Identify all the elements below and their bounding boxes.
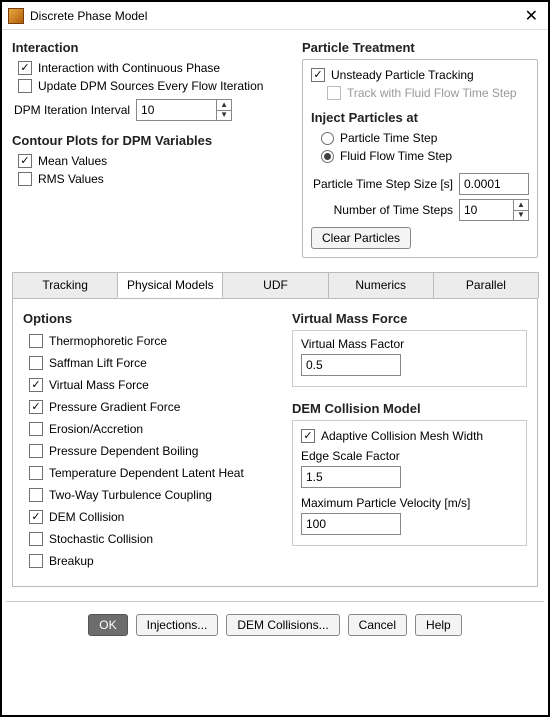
interaction-heading: Interaction bbox=[12, 40, 292, 55]
label-option-9: Stochastic Collision bbox=[49, 532, 153, 546]
tab-bar: Tracking Physical Models UDF Numerics Pa… bbox=[12, 272, 538, 299]
label-radio-particle-ts: Particle Time Step bbox=[340, 131, 437, 145]
checkbox-option-1[interactable] bbox=[29, 356, 43, 370]
help-button[interactable]: Help bbox=[415, 614, 462, 636]
injections-button[interactable]: Injections... bbox=[136, 614, 219, 636]
checkbox-option-6[interactable] bbox=[29, 466, 43, 480]
title-bar: Discrete Phase Model ✕ bbox=[2, 2, 548, 30]
input-num-time-steps[interactable] bbox=[459, 199, 513, 221]
checkbox-update-dpm-sources[interactable] bbox=[18, 79, 32, 93]
spinner-iteration-interval[interactable]: ▲▼ bbox=[216, 99, 232, 121]
input-edge-scale[interactable] bbox=[301, 466, 401, 488]
label-option-0: Thermophoretic Force bbox=[49, 334, 167, 348]
window-title: Discrete Phase Model bbox=[30, 9, 147, 23]
label-update-dpm-sources: Update DPM Sources Every Flow Iteration bbox=[38, 79, 263, 93]
label-unsteady-tracking: Unsteady Particle Tracking bbox=[331, 68, 474, 82]
checkbox-option-7[interactable] bbox=[29, 488, 43, 502]
label-option-3: Pressure Gradient Force bbox=[49, 400, 180, 414]
cancel-button[interactable]: Cancel bbox=[348, 614, 407, 636]
label-edge-scale: Edge Scale Factor bbox=[301, 449, 518, 463]
input-particle-ts-size[interactable] bbox=[459, 173, 529, 195]
checkbox-option-4[interactable] bbox=[29, 422, 43, 436]
label-option-8: DEM Collision bbox=[49, 510, 124, 524]
label-mean-values: Mean Values bbox=[38, 154, 107, 168]
close-icon[interactable]: ✕ bbox=[521, 6, 542, 26]
input-iteration-interval[interactable] bbox=[136, 99, 216, 121]
treatment-group: ✓ Unsteady Particle Tracking Track with … bbox=[302, 59, 538, 258]
checkbox-mean-values[interactable]: ✓ bbox=[18, 154, 32, 168]
label-vmf-factor: Virtual Mass Factor bbox=[301, 337, 518, 351]
checkbox-interaction-continuous[interactable]: ✓ bbox=[18, 61, 32, 75]
checkbox-option-10[interactable] bbox=[29, 554, 43, 568]
contour-heading: Contour Plots for DPM Variables bbox=[12, 133, 292, 148]
dem-group: ✓ Adaptive Collision Mesh Width Edge Sca… bbox=[292, 420, 527, 546]
label-option-5: Pressure Dependent Boiling bbox=[49, 444, 198, 458]
dem-heading: DEM Collision Model bbox=[292, 401, 527, 416]
label-option-1: Saffman Lift Force bbox=[49, 356, 147, 370]
label-adaptive-collision: Adaptive Collision Mesh Width bbox=[321, 429, 483, 443]
tab-tracking[interactable]: Tracking bbox=[12, 272, 118, 298]
checkbox-option-2[interactable]: ✓ bbox=[29, 378, 43, 392]
vmf-heading: Virtual Mass Force bbox=[292, 311, 527, 326]
clear-particles-button[interactable]: Clear Particles bbox=[311, 227, 411, 249]
checkbox-unsteady-tracking[interactable]: ✓ bbox=[311, 68, 325, 82]
label-option-4: Erosion/Accretion bbox=[49, 422, 143, 436]
options-heading: Options bbox=[23, 311, 278, 326]
checkbox-track-fluid-ts bbox=[327, 86, 341, 100]
treatment-heading: Particle Treatment bbox=[302, 40, 538, 55]
vmf-group: Virtual Mass Factor bbox=[292, 330, 527, 387]
checkbox-option-5[interactable] bbox=[29, 444, 43, 458]
checkbox-option-0[interactable] bbox=[29, 334, 43, 348]
checkbox-rms-values[interactable] bbox=[18, 172, 32, 186]
inject-heading: Inject Particles at bbox=[311, 110, 529, 125]
tab-parallel[interactable]: Parallel bbox=[433, 272, 539, 298]
radio-particle-time-step[interactable] bbox=[321, 132, 334, 145]
ok-button[interactable]: OK bbox=[88, 614, 127, 636]
label-track-fluid-ts: Track with Fluid Flow Time Step bbox=[347, 86, 517, 100]
label-option-6: Temperature Dependent Latent Heat bbox=[49, 466, 244, 480]
label-particle-ts-size: Particle Time Step Size [s] bbox=[311, 177, 453, 191]
label-rms-values: RMS Values bbox=[38, 172, 104, 186]
checkbox-option-9[interactable] bbox=[29, 532, 43, 546]
tab-physical-models[interactable]: Physical Models bbox=[117, 272, 223, 298]
checkbox-adaptive-collision[interactable]: ✓ bbox=[301, 429, 315, 443]
tab-body-physical-models: Options Thermophoretic Force Saffman Lift… bbox=[12, 299, 538, 587]
label-radio-fluid-ts: Fluid Flow Time Step bbox=[340, 149, 452, 163]
label-max-velocity: Maximum Particle Velocity [m/s] bbox=[301, 496, 518, 510]
dialog-footer: OK Injections... DEM Collisions... Cance… bbox=[2, 602, 548, 650]
spinner-num-time-steps[interactable]: ▲▼ bbox=[513, 199, 529, 221]
checkbox-option-8[interactable]: ✓ bbox=[29, 510, 43, 524]
app-icon bbox=[8, 8, 24, 24]
label-option-10: Breakup bbox=[49, 554, 94, 568]
input-vmf-factor[interactable] bbox=[301, 354, 401, 376]
label-option-2: Virtual Mass Force bbox=[49, 378, 149, 392]
tab-udf[interactable]: UDF bbox=[222, 272, 328, 298]
tab-numerics[interactable]: Numerics bbox=[328, 272, 434, 298]
label-interaction-continuous: Interaction with Continuous Phase bbox=[38, 61, 220, 75]
label-num-time-steps: Number of Time Steps bbox=[311, 203, 453, 217]
label-option-7: Two-Way Turbulence Coupling bbox=[49, 488, 212, 502]
radio-fluid-flow-time-step[interactable] bbox=[321, 150, 334, 163]
dem-collisions-button[interactable]: DEM Collisions... bbox=[226, 614, 339, 636]
label-iteration-interval: DPM Iteration Interval bbox=[14, 103, 130, 117]
input-max-velocity[interactable] bbox=[301, 513, 401, 535]
checkbox-option-3[interactable]: ✓ bbox=[29, 400, 43, 414]
